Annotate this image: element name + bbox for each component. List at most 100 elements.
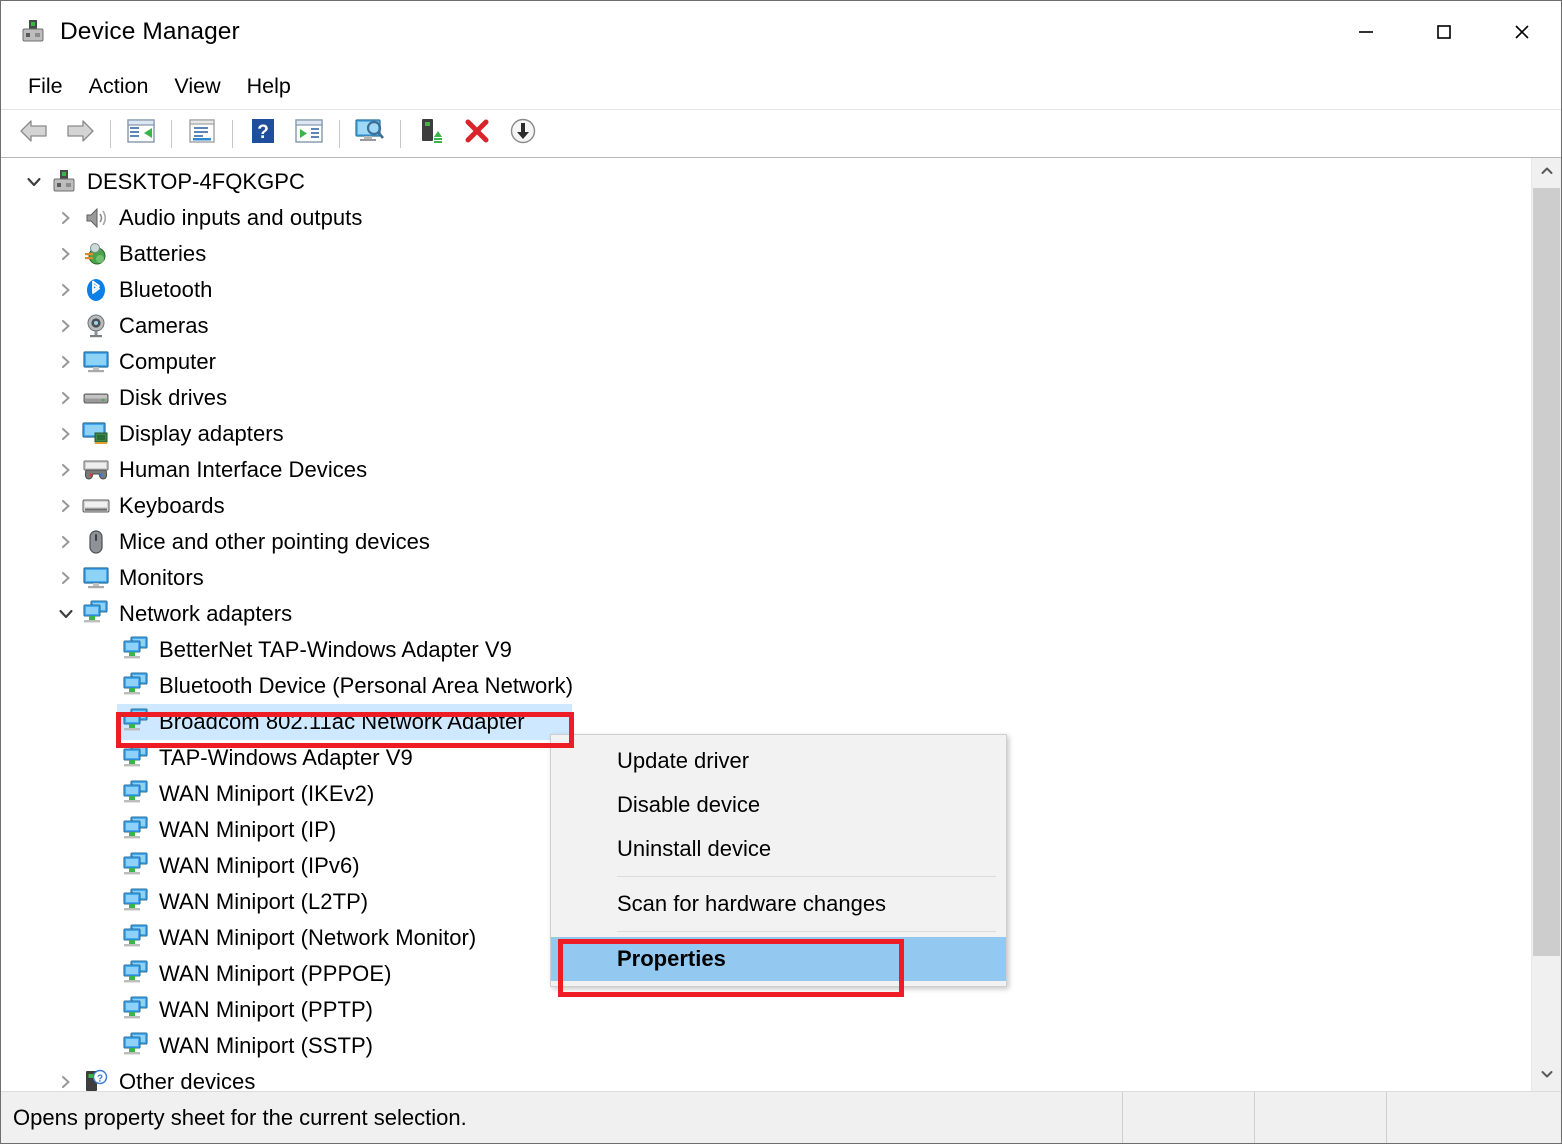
chevron-right-icon[interactable]	[51, 390, 81, 406]
chevron-right-icon[interactable]	[51, 210, 81, 226]
properties-button[interactable]	[179, 114, 225, 154]
status-message-pane: Opens property sheet for the current sel…	[1, 1092, 1123, 1143]
context-menu-item-disable-device[interactable]: Disable device	[551, 783, 1006, 827]
tree-device-label: Broadcom 802.11ac Network Adapter	[159, 709, 525, 734]
tree-category-label: Batteries	[119, 241, 207, 266]
tree-category-human-interface-devices[interactable]: Human Interface Devices	[1, 452, 1531, 488]
menu-file[interactable]: File	[15, 70, 76, 103]
scrollbar-down-button[interactable]	[1532, 1061, 1561, 1091]
context-menu-item-uninstall-device[interactable]: Uninstall device	[551, 827, 1006, 871]
network-adapter-icon	[121, 887, 151, 917]
tree-device-label: WAN Miniport (SSTP)	[159, 1033, 374, 1058]
network-adapter-icon	[121, 743, 151, 773]
chevron-right-icon[interactable]	[51, 282, 81, 298]
scrollbar-thumb[interactable]	[1533, 188, 1560, 956]
chevron-down-icon[interactable]	[19, 173, 49, 191]
hid-icon	[81, 455, 111, 485]
chevron-down-icon	[1540, 1067, 1554, 1086]
back-button[interactable]	[11, 114, 57, 154]
red-x-icon	[463, 117, 491, 150]
context-menu-item-update-driver[interactable]: Update driver	[551, 739, 1006, 783]
uninstall-device-button[interactable]	[454, 114, 500, 154]
tree-device-label: WAN Miniport (IPv6)	[159, 853, 360, 878]
scrollbar-up-button[interactable]	[1532, 158, 1561, 188]
keyboard-icon	[81, 491, 111, 521]
close-button[interactable]	[1483, 1, 1561, 63]
display-adapter-icon	[81, 419, 111, 449]
tree-category-network-adapters[interactable]: Network adapters	[1, 596, 1531, 632]
network-adapter-icon	[121, 995, 151, 1025]
tree-category-audio-inputs-and-outputs[interactable]: Audio inputs and outputs	[1, 200, 1531, 236]
tree-category-label: Computer	[119, 349, 216, 374]
tree-category-batteries[interactable]: Batteries	[1, 236, 1531, 272]
tree-category-cameras[interactable]: Cameras	[1, 308, 1531, 344]
chevron-right-icon[interactable]	[51, 498, 81, 514]
toolbar-separator	[110, 119, 111, 148]
context-menu-item-properties[interactable]: Properties	[551, 937, 1006, 981]
tree-category-label: Bluetooth	[119, 277, 213, 302]
status-pane-2	[1123, 1092, 1255, 1143]
minimize-button[interactable]	[1327, 1, 1405, 63]
forward-button[interactable]	[57, 114, 103, 154]
tree-root-desktop[interactable]: DESKTOP-4FQKGPC	[1, 164, 1531, 200]
chevron-right-icon[interactable]	[51, 570, 81, 586]
battery-icon	[81, 239, 111, 269]
context-menu-item-scan-for-hardware-changes[interactable]: Scan for hardware changes	[551, 882, 1006, 926]
tree-device-bluetooth-device-personal-area-network[interactable]: Bluetooth Device (Personal Area Network)	[1, 668, 1531, 704]
speaker-icon	[81, 203, 111, 233]
tree-device-wan-miniport-sstp[interactable]: WAN Miniport (SSTP)	[1, 1028, 1531, 1064]
tree-device-label: Bluetooth Device (Personal Area Network)	[159, 673, 574, 698]
toolbar-separator	[400, 119, 401, 148]
network-adapter-icon	[121, 959, 151, 989]
menu-view[interactable]: View	[161, 70, 233, 103]
tree-device-label: WAN Miniport (L2TP)	[159, 889, 369, 914]
maximize-button[interactable]	[1405, 1, 1483, 63]
disable-device-button[interactable]	[500, 114, 546, 154]
tree-category-other-devices[interactable]: ? Other devices	[1, 1064, 1531, 1091]
bluetooth-icon	[81, 275, 111, 305]
camera-icon	[81, 311, 111, 341]
chevron-down-icon[interactable]	[51, 605, 81, 623]
chevron-right-icon[interactable]	[51, 426, 81, 442]
device-upgrade-icon	[416, 117, 446, 150]
tree-category-label: Display adapters	[119, 421, 284, 446]
tree-category-display-adapters[interactable]: Display adapters	[1, 416, 1531, 452]
scan-for-hardware-changes-button[interactable]	[347, 114, 393, 154]
chevron-right-icon[interactable]	[51, 354, 81, 370]
update-device-driver-button[interactable]	[408, 114, 454, 154]
vertical-scrollbar[interactable]	[1531, 158, 1561, 1091]
chevron-right-icon[interactable]	[51, 534, 81, 550]
tree-device-betternet-tap-windows-adapter-v9[interactable]: BetterNet TAP-Windows Adapter V9	[1, 632, 1531, 668]
tree-category-computer[interactable]: Computer	[1, 344, 1531, 380]
show-hide-console-tree-button[interactable]	[118, 114, 164, 154]
tree-category-mice-and-other-pointing-devices[interactable]: Mice and other pointing devices	[1, 524, 1531, 560]
status-pane-4	[1387, 1092, 1561, 1143]
title-bar: Device Manager	[1, 1, 1561, 63]
chevron-right-icon[interactable]	[51, 462, 81, 478]
tree-category-keyboards[interactable]: Keyboards	[1, 488, 1531, 524]
tree-category-bluetooth[interactable]: Bluetooth	[1, 272, 1531, 308]
tree-category-disk-drives[interactable]: Disk drives	[1, 380, 1531, 416]
chevron-right-icon[interactable]	[51, 246, 81, 262]
console-tree-icon	[126, 118, 156, 149]
properties-page-icon	[188, 118, 216, 149]
tree-device-wan-miniport-pptp[interactable]: WAN Miniport (PPTP)	[1, 992, 1531, 1028]
tree-device-label: WAN Miniport (Network Monitor)	[159, 925, 477, 950]
window-title: Device Manager	[60, 18, 240, 45]
monitor-magnifier-icon	[354, 117, 386, 150]
device-context-menu[interactable]: Update driver Disable device Uninstall d…	[550, 734, 1007, 987]
back-arrow-icon	[19, 118, 49, 149]
tree-category-monitors[interactable]: Monitors	[1, 560, 1531, 596]
svg-text:?: ?	[97, 1074, 103, 1085]
monitor-icon	[81, 347, 111, 377]
tree-device-label: WAN Miniport (PPPOE)	[159, 961, 392, 986]
help-button[interactable]: ?	[240, 114, 286, 154]
chevron-right-icon[interactable]	[51, 1074, 81, 1090]
menu-action[interactable]: Action	[76, 70, 162, 103]
monitor-icon	[81, 563, 111, 593]
toolbar: ?	[1, 110, 1561, 158]
toolbar-separator	[171, 119, 172, 148]
chevron-right-icon[interactable]	[51, 318, 81, 334]
update-driver-button[interactable]	[286, 114, 332, 154]
menu-help[interactable]: Help	[234, 70, 304, 103]
